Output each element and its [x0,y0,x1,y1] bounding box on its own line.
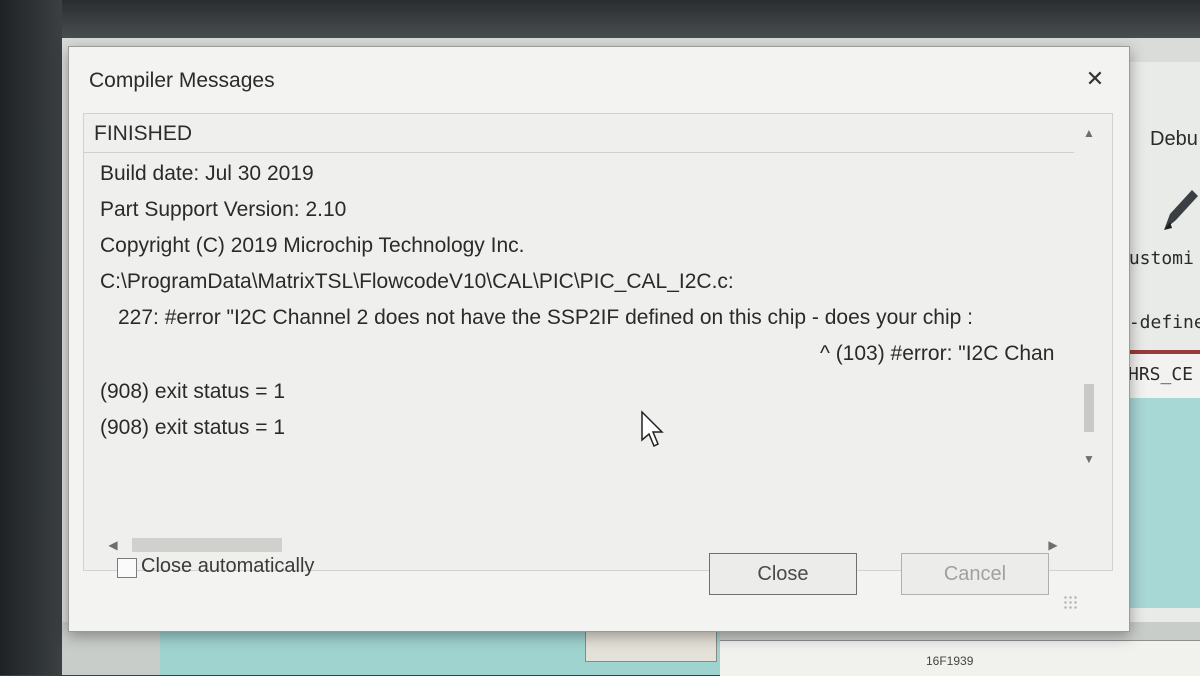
resize-grip[interactable] [1063,595,1077,609]
close-button[interactable]: Close [709,553,857,595]
horizontal-scroll-thumb[interactable] [132,538,282,552]
message-line: Part Support Version: 2.10 [100,198,347,221]
mouse-pointer-icon [641,410,664,448]
message-line: (908) exit status = 1 [100,380,286,403]
messages-panel: FINISHED Build date: Jul 30 2019 Part Su… [83,113,1113,571]
message-line: Build date: Jul 30 2019 [100,162,314,185]
monitor-bezel-top [0,0,1200,40]
hrs-component-label: HRS_CE [1128,364,1194,385]
close-automatically-checkbox[interactable] [117,558,137,578]
vertical-scrollbar[interactable]: ▲ ▼ [1078,124,1106,474]
compiler-messages-dialog: Compiler Messages ✕ FINISHED Build date:… [68,46,1130,632]
message-line: C:\ProgramData\MatrixTSL\FlowcodeV10\CAL… [100,270,734,293]
close-icon[interactable]: ✕ [1081,65,1109,93]
message-line-error: 227: #error "I2C Channel 2 does not have… [118,306,973,329]
dialog-title: Compiler Messages [89,69,275,92]
scroll-down-icon[interactable]: ▼ [1080,450,1098,468]
status-header: FINISHED [84,114,1074,153]
vertical-scroll-thumb[interactable] [1084,384,1094,432]
scroll-left-icon[interactable]: ◀ [104,536,122,554]
status-text: FINISHED [94,122,193,145]
debug-tab-label[interactable]: Debu [1150,128,1198,151]
monitor-bezel-left [0,0,62,675]
pencil-icon[interactable] [1160,188,1200,234]
message-line-error-detail: ^ (103) #error: "I2C Chan [820,342,1055,365]
message-line: Copyright (C) 2019 Microchip Technology … [100,234,525,257]
cancel-button[interactable]: Cancel [901,553,1049,595]
chip-label: 16F1939 [926,654,974,668]
scroll-up-icon[interactable]: ▲ [1080,124,1098,142]
scroll-right-icon[interactable]: ▶ [1044,536,1062,554]
message-line: (908) exit status = 1 [100,416,286,439]
messages-list[interactable]: Build date: Jul 30 2019 Part Support Ver… [100,162,1060,492]
user-defined-label: r-definec [1118,312,1200,333]
close-automatically-label[interactable]: Close automatically [141,555,314,578]
